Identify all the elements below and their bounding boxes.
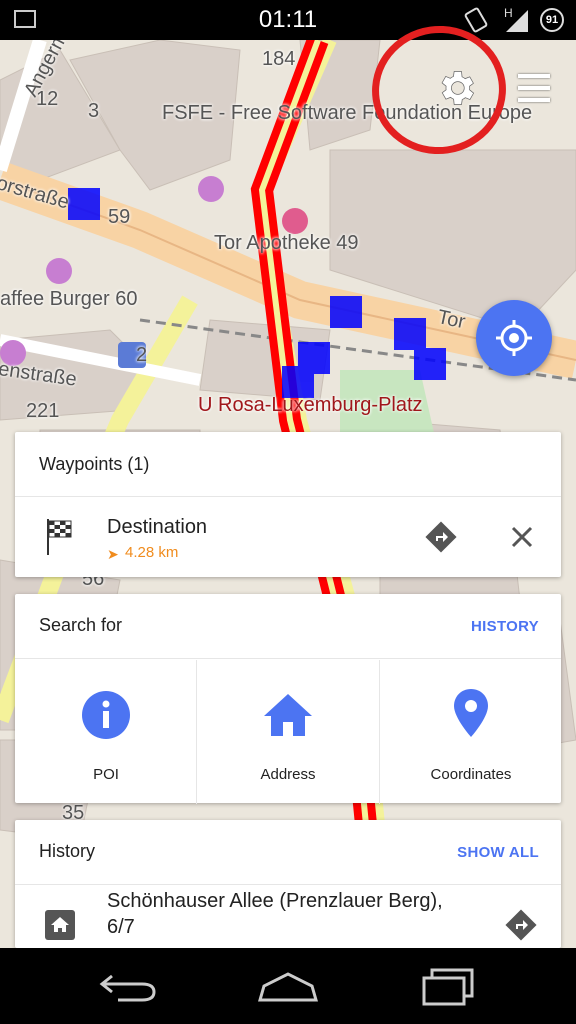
home-nav-icon[interactable] [256,970,320,1004]
map-label: 2 [136,344,148,366]
settings-button[interactable] [434,66,478,110]
waypoint-distance: 4.28 km [125,544,179,561]
directions-icon[interactable] [423,519,459,555]
history-title: History [39,841,96,861]
waypoint-item[interactable]: Destination ➤ 4.28 km [15,497,561,577]
history-link[interactable]: HISTORY [471,618,539,635]
map-label: 59 [108,206,131,228]
battery-icon: 91 [540,8,564,32]
search-card: Search for HISTORY POI Address Coordinat… [15,594,562,804]
my-location-icon [496,320,532,356]
directions-icon[interactable] [503,907,539,943]
menu-bar [518,98,550,102]
history-card: History SHOW ALL Schönhauser Allee (Pren… [15,820,561,948]
divider [15,658,561,659]
map-label: U Rosa-Luxemburg-Platz [198,394,423,416]
status-bar: 01:11 H 91 [0,0,576,40]
search-title: Search for [39,615,123,635]
waypoint-name: Destination [107,516,208,538]
search-address-button[interactable]: Address [197,660,379,804]
map-label: Tor Apotheke 49 [214,232,359,254]
info-icon [82,691,130,739]
home-icon [45,910,75,940]
search-coordinates-button[interactable]: Coordinates [380,660,562,804]
waypoints-card: Waypoints (1) Destination ➤ 4.28 km [15,432,561,577]
gear-icon [441,71,475,105]
show-all-link[interactable]: SHOW ALL [457,844,539,861]
search-poi-label: POI [93,766,119,783]
navigation-bar [0,948,576,1024]
waypoints-title: Waypoints (1) [39,454,150,474]
locate-button[interactable] [476,300,552,376]
history-item[interactable]: Schönhauser Allee (Prenzlauer Berg), 6/7 [15,885,561,948]
map-label: 184 [262,48,296,70]
network-type: H [504,6,513,20]
distance-arrow-icon: ➤ [107,546,119,562]
menu-bar [518,86,550,90]
menu-bar [518,74,550,78]
status-time: 01:11 [258,6,318,33]
map-label: 221 [26,400,60,422]
search-poi-button[interactable]: POI [15,660,197,804]
recent-apps-icon[interactable] [418,966,478,1006]
map-label: affee Burger 60 [0,288,138,310]
close-icon[interactable] [507,522,537,552]
map-pin-icon [454,689,488,737]
back-icon[interactable] [98,968,158,1004]
home-icon [264,694,312,736]
search-coordinates-label: Coordinates [430,766,512,783]
search-address-label: Address [260,766,316,783]
checkered-flag-icon [47,519,72,555]
map-label: 3 [88,100,100,122]
hamburger-menu-icon[interactable] [514,72,554,104]
history-item-name: Schönhauser Allee (Prenzlauer Berg), 6/7 [107,890,443,938]
